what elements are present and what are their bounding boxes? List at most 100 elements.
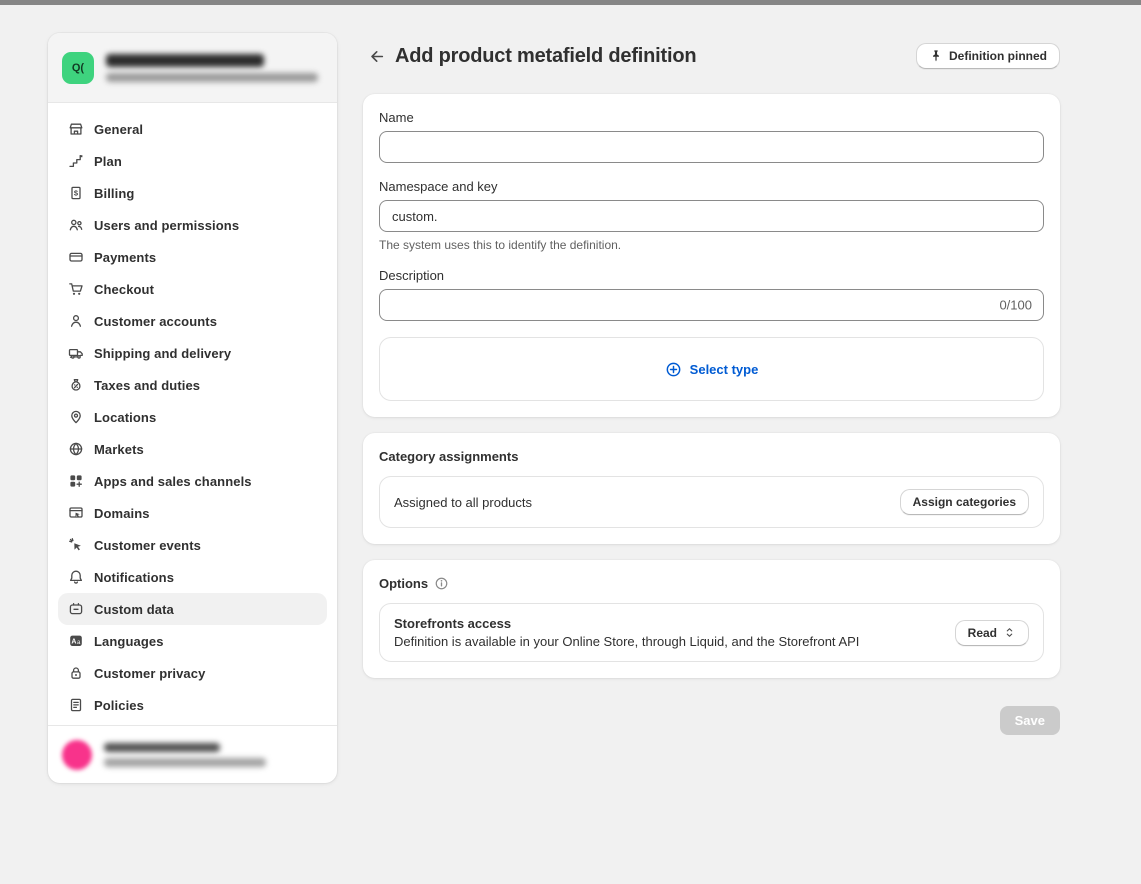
sidebar-item-label: Apps and sales channels xyxy=(94,474,252,489)
taxes-icon xyxy=(68,377,84,393)
name-input[interactable] xyxy=(379,131,1044,163)
storefronts-access-select[interactable]: Read xyxy=(955,620,1029,646)
description-field-group: Description 0/100 xyxy=(379,268,1044,321)
sidebar-item-customer-accounts[interactable]: Customer accounts xyxy=(58,305,327,337)
page-header: Add product metafield definition Definit… xyxy=(363,40,1060,72)
sidebar-item-locations[interactable]: Locations xyxy=(58,401,327,433)
description-label: Description xyxy=(379,268,1044,283)
store-icon xyxy=(68,121,84,137)
info-icon[interactable] xyxy=(434,576,449,591)
namespace-label: Namespace and key xyxy=(379,179,1044,194)
sidebar-item-payments[interactable]: Payments xyxy=(58,241,327,273)
user-footer[interactable] xyxy=(48,725,337,783)
sidebar-item-label: Domains xyxy=(94,506,150,521)
storefronts-access-description: Definition is available in your Online S… xyxy=(394,634,859,649)
sidebar-item-plan[interactable]: Plan xyxy=(58,145,327,177)
select-type-label: Select type xyxy=(690,362,759,377)
storefronts-access-row: Storefronts access Definition is availab… xyxy=(379,603,1044,662)
plan-icon xyxy=(68,153,84,169)
name-field-group: Name xyxy=(379,110,1044,163)
sidebar-item-general[interactable]: General xyxy=(58,113,327,145)
options-heading-row: Options xyxy=(379,576,1044,591)
sidebar-item-languages[interactable]: AaLanguages xyxy=(58,625,327,657)
options-card: Options Storefronts access Definition is… xyxy=(363,560,1060,678)
select-type-button[interactable]: Select type xyxy=(379,337,1044,401)
sidebar-item-label: Customer events xyxy=(94,538,201,553)
checkout-cart-icon xyxy=(68,281,84,297)
namespace-field-group: Namespace and key The system uses this t… xyxy=(379,179,1044,252)
payments-icon xyxy=(68,249,84,265)
sidebar-item-custom-data[interactable]: Custom data xyxy=(58,593,327,625)
namespace-input[interactable] xyxy=(379,200,1044,232)
store-name-redacted xyxy=(106,54,264,67)
settings-nav: General Plan $ Billing Users and permissions… xyxy=(48,103,337,725)
billing-icon: $ xyxy=(68,185,84,201)
sidebar-item-label: Locations xyxy=(94,410,156,425)
sidebar-item-apps-and-sales-channels[interactable]: Apps and sales channels xyxy=(58,465,327,497)
user-email-redacted xyxy=(104,758,266,767)
sidebar-item-label: Markets xyxy=(94,442,144,457)
person-icon xyxy=(68,313,84,329)
plus-circle-icon xyxy=(665,361,682,378)
save-button[interactable]: Save xyxy=(1000,706,1060,735)
cursor-events-icon xyxy=(68,537,84,553)
store-avatar: Q( xyxy=(62,52,94,84)
page-title: Add product metafield definition xyxy=(395,45,696,68)
options-heading: Options xyxy=(379,576,428,591)
store-header[interactable]: Q( xyxy=(48,33,337,103)
description-input[interactable] xyxy=(379,289,1044,321)
pin-icon xyxy=(929,49,943,63)
custom-data-icon xyxy=(68,601,84,617)
sidebar-item-notifications[interactable]: Notifications xyxy=(58,561,327,593)
save-row: Save xyxy=(363,706,1060,735)
sidebar-item-markets[interactable]: Markets xyxy=(58,433,327,465)
sidebar-item-label: Payments xyxy=(94,250,156,265)
sidebar-item-label: Notifications xyxy=(94,570,174,585)
bell-icon xyxy=(68,569,84,585)
user-name-redacted xyxy=(104,743,220,752)
users-icon xyxy=(68,217,84,233)
sidebar-item-label: Checkout xyxy=(94,282,154,297)
apps-grid-icon xyxy=(68,473,84,489)
name-label: Name xyxy=(379,110,1044,125)
svg-text:A: A xyxy=(71,638,76,645)
sidebar-item-customer-events[interactable]: Customer events xyxy=(58,529,327,561)
store-url-redacted xyxy=(106,73,318,82)
definition-pinned-button[interactable]: Definition pinned xyxy=(916,43,1060,69)
sidebar-item-label: General xyxy=(94,122,143,137)
domains-icon xyxy=(68,505,84,521)
sidebar-item-label: Users and permissions xyxy=(94,218,239,233)
user-meta xyxy=(104,743,266,767)
sidebar-item-customer-privacy[interactable]: Customer privacy xyxy=(58,657,327,689)
storefronts-access-title: Storefronts access xyxy=(394,616,859,631)
sidebar-item-label: Customer privacy xyxy=(94,666,205,681)
window-top-strip xyxy=(0,0,1141,5)
sidebar-item-label: Customer accounts xyxy=(94,314,217,329)
back-button[interactable] xyxy=(363,43,389,69)
sidebar-item-policies[interactable]: Policies xyxy=(58,689,327,721)
sidebar-item-domains[interactable]: Domains xyxy=(58,497,327,529)
truck-icon xyxy=(68,345,84,361)
sidebar-item-label: Policies xyxy=(94,698,144,713)
settings-sidebar: Q( General Plan $ Billing Users and permissi… xyxy=(48,33,337,783)
sidebar-item-label: Plan xyxy=(94,154,122,169)
definition-form-card: Name Namespace and key The system uses t… xyxy=(363,94,1060,417)
sidebar-item-label: Custom data xyxy=(94,602,174,617)
sidebar-item-shipping-and-delivery[interactable]: Shipping and delivery xyxy=(58,337,327,369)
sidebar-item-billing[interactable]: $ Billing xyxy=(58,177,327,209)
sidebar-item-label: Billing xyxy=(94,186,134,201)
sidebar-item-taxes-and-duties[interactable]: Taxes and duties xyxy=(58,369,327,401)
assign-categories-button[interactable]: Assign categories xyxy=(900,489,1029,515)
sidebar-item-label: Languages xyxy=(94,634,164,649)
user-avatar xyxy=(62,740,92,770)
sidebar-item-users-and-permissions[interactable]: Users and permissions xyxy=(58,209,327,241)
category-assignments-row: Assigned to all products Assign categori… xyxy=(379,476,1044,528)
updown-chevron-icon xyxy=(1003,626,1016,639)
main-content: Add product metafield definition Definit… xyxy=(363,40,1060,735)
category-assignments-heading: Category assignments xyxy=(379,449,1044,464)
policies-icon xyxy=(68,697,84,713)
sidebar-item-checkout[interactable]: Checkout xyxy=(58,273,327,305)
svg-text:$: $ xyxy=(74,189,79,198)
storefronts-access-text: Storefronts access Definition is availab… xyxy=(394,616,859,649)
category-status-text: Assigned to all products xyxy=(394,495,532,510)
